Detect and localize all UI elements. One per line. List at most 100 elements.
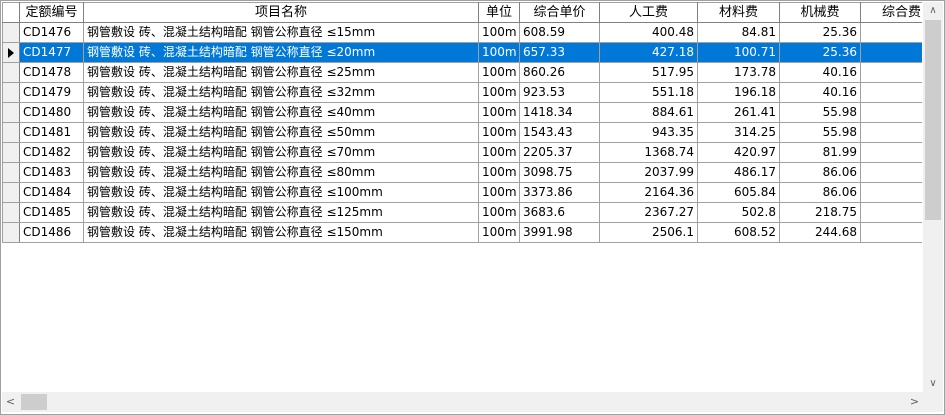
cell-material[interactable]: 100.71 (697, 42, 780, 63)
row-indicator[interactable] (2, 62, 20, 83)
cell-overhead[interactable]: 5 (860, 22, 922, 43)
cell-price[interactable]: 3991.98 (519, 222, 600, 243)
cell-overhead[interactable]: 6 (860, 222, 922, 243)
cell-overhead[interactable] (860, 182, 922, 203)
table-row[interactable]: CD1479 钢管敷设 砖、混凝土结构暗配 钢管公称直径 ≤32mm 100m 923… (2, 82, 922, 103)
cell-name[interactable]: 钢管敷设 砖、混凝土结构暗配 钢管公称直径 ≤15mm (83, 22, 479, 43)
cell-machine[interactable]: 86.06 (779, 182, 861, 203)
row-indicator[interactable] (2, 42, 20, 63)
table-row[interactable]: CD1480 钢管敷设 砖、混凝土结构暗配 钢管公称直径 ≤40mm 100m 141… (2, 102, 922, 123)
cell-name[interactable]: 钢管敷设 砖、混凝土结构暗配 钢管公称直径 ≤20mm (83, 42, 479, 63)
row-indicator[interactable] (2, 222, 20, 243)
cell-material[interactable]: 486.17 (697, 162, 780, 183)
cell-material[interactable]: 261.41 (697, 102, 780, 123)
cell-labor[interactable]: 427.18 (599, 42, 698, 63)
cell-machine[interactable]: 86.06 (779, 162, 861, 183)
cell-price[interactable]: 3098.75 (519, 162, 600, 183)
cell-machine[interactable]: 40.16 (779, 82, 861, 103)
column-header-price[interactable]: 综合单价 (519, 2, 600, 23)
cell-name[interactable]: 钢管敷设 砖、混凝土结构暗配 钢管公称直径 ≤125mm (83, 202, 479, 223)
cell-unit[interactable]: 100m (478, 42, 520, 63)
cell-overhead[interactable]: 2 (860, 102, 922, 123)
horizontal-scrollbar[interactable]: < > (2, 392, 923, 412)
row-indicator[interactable] (2, 202, 20, 223)
cell-unit[interactable]: 100m (478, 142, 520, 163)
table-row[interactable]: CD1484 钢管敷设 砖、混凝土结构暗配 钢管公称直径 ≤100mm 100m 33… (2, 182, 922, 203)
cell-machine[interactable]: 55.98 (779, 102, 861, 123)
cell-labor[interactable]: 943.35 (599, 122, 698, 143)
cell-overhead[interactable]: 1 (860, 42, 922, 63)
cell-machine[interactable]: 25.36 (779, 42, 861, 63)
table-row[interactable]: CD1486 钢管敷设 砖、混凝土结构暗配 钢管公称直径 ≤150mm 100m 39… (2, 222, 922, 243)
cell-name[interactable]: 钢管敷设 砖、混凝土结构暗配 钢管公称直径 ≤70mm (83, 142, 479, 163)
cell-code[interactable]: CD1486 (19, 222, 84, 243)
cell-code[interactable]: CD1478 (19, 62, 84, 83)
cell-price[interactable]: 1418.34 (519, 102, 600, 123)
row-indicator[interactable] (2, 182, 20, 203)
cell-name[interactable]: 钢管敷设 砖、混凝土结构暗配 钢管公称直径 ≤25mm (83, 62, 479, 83)
row-indicator[interactable] (2, 162, 20, 183)
cell-labor[interactable]: 884.61 (599, 102, 698, 123)
row-indicator[interactable] (2, 142, 20, 163)
cell-material[interactable]: 196.18 (697, 82, 780, 103)
cell-price[interactable]: 657.33 (519, 42, 600, 63)
cell-name[interactable]: 钢管敷设 砖、混凝土结构暗配 钢管公称直径 ≤32mm (83, 82, 479, 103)
cell-code[interactable]: CD1483 (19, 162, 84, 183)
table-row[interactable]: CD1483 钢管敷设 砖、混凝土结构暗配 钢管公称直径 ≤80mm 100m 309… (2, 162, 922, 183)
cell-unit[interactable]: 100m (478, 222, 520, 243)
column-header-name[interactable]: 项目名称 (83, 2, 479, 23)
cell-code[interactable]: CD1481 (19, 122, 84, 143)
cell-material[interactable]: 605.84 (697, 182, 780, 203)
cell-material[interactable]: 608.52 (697, 222, 780, 243)
cell-unit[interactable]: 100m (478, 82, 520, 103)
cell-code[interactable]: CD1479 (19, 82, 84, 103)
quota-grid[interactable]: 定额编号 项目名称 单位 综合单价 人工费 材料费 机械费 综合费 CD1476… (2, 2, 922, 392)
row-indicator[interactable] (2, 22, 20, 43)
cell-name[interactable]: 钢管敷设 砖、混凝土结构暗配 钢管公称直径 ≤50mm (83, 122, 479, 143)
cell-labor[interactable]: 2164.36 (599, 182, 698, 203)
cell-unit[interactable]: 100m (478, 122, 520, 143)
column-header-overhead[interactable]: 综合费 (860, 2, 922, 23)
column-header-material[interactable]: 材料费 (697, 2, 780, 23)
cell-machine[interactable]: 218.75 (779, 202, 861, 223)
cell-price[interactable]: 860.26 (519, 62, 600, 83)
cell-code[interactable]: CD1477 (19, 42, 84, 63)
cell-name[interactable]: 钢管敷设 砖、混凝土结构暗配 钢管公称直径 ≤100mm (83, 182, 479, 203)
cell-labor[interactable]: 2367.27 (599, 202, 698, 223)
cell-material[interactable]: 314.25 (697, 122, 780, 143)
cell-labor[interactable]: 517.95 (599, 62, 698, 83)
cell-machine[interactable]: 25.36 (779, 22, 861, 43)
cell-overhead[interactable]: 3 (860, 142, 922, 163)
cell-unit[interactable]: 100m (478, 22, 520, 43)
row-indicator[interactable] (2, 82, 20, 103)
chevron-left-icon[interactable]: < (2, 392, 19, 412)
table-row[interactable]: CD1482 钢管敷设 砖、混凝土结构暗配 钢管公称直径 ≤70mm 100m 220… (2, 142, 922, 163)
table-row[interactable]: CD1478 钢管敷设 砖、混凝土结构暗配 钢管公称直径 ≤25mm 100m 860… (2, 62, 922, 83)
cell-code[interactable]: CD1485 (19, 202, 84, 223)
cell-material[interactable]: 502.8 (697, 202, 780, 223)
column-header-labor[interactable]: 人工费 (599, 2, 698, 23)
chevron-right-icon[interactable]: > (906, 392, 923, 412)
cell-machine[interactable]: 81.99 (779, 142, 861, 163)
cell-overhead[interactable]: 5 (860, 202, 922, 223)
cell-overhead[interactable]: 4 (860, 162, 922, 183)
column-header-code[interactable]: 定额编号 (19, 2, 84, 23)
cell-price[interactable]: 923.53 (519, 82, 600, 103)
chevron-up-icon[interactable]: ∧ (923, 2, 943, 19)
cell-price[interactable]: 3373.86 (519, 182, 600, 203)
cell-name[interactable]: 钢管敷设 砖、混凝土结构暗配 钢管公称直径 ≤80mm (83, 162, 479, 183)
cell-machine[interactable]: 40.16 (779, 62, 861, 83)
cell-unit[interactable]: 100m (478, 102, 520, 123)
cell-unit[interactable]: 100m (478, 162, 520, 183)
cell-machine[interactable]: 55.98 (779, 122, 861, 143)
cell-name[interactable]: 钢管敷设 砖、混凝土结构暗配 钢管公称直径 ≤150mm (83, 222, 479, 243)
cell-material[interactable]: 173.78 (697, 62, 780, 83)
cell-name[interactable]: 钢管敷设 砖、混凝土结构暗配 钢管公称直径 ≤40mm (83, 102, 479, 123)
cell-price[interactable]: 2205.37 (519, 142, 600, 163)
cell-unit[interactable]: 100m (478, 202, 520, 223)
chevron-down-icon[interactable]: ∨ (923, 375, 943, 392)
vertical-scrollbar[interactable]: ∧ ∨ (923, 2, 943, 392)
cell-code[interactable]: CD1482 (19, 142, 84, 163)
row-indicator[interactable] (2, 122, 20, 143)
cell-labor[interactable]: 400.48 (599, 22, 698, 43)
